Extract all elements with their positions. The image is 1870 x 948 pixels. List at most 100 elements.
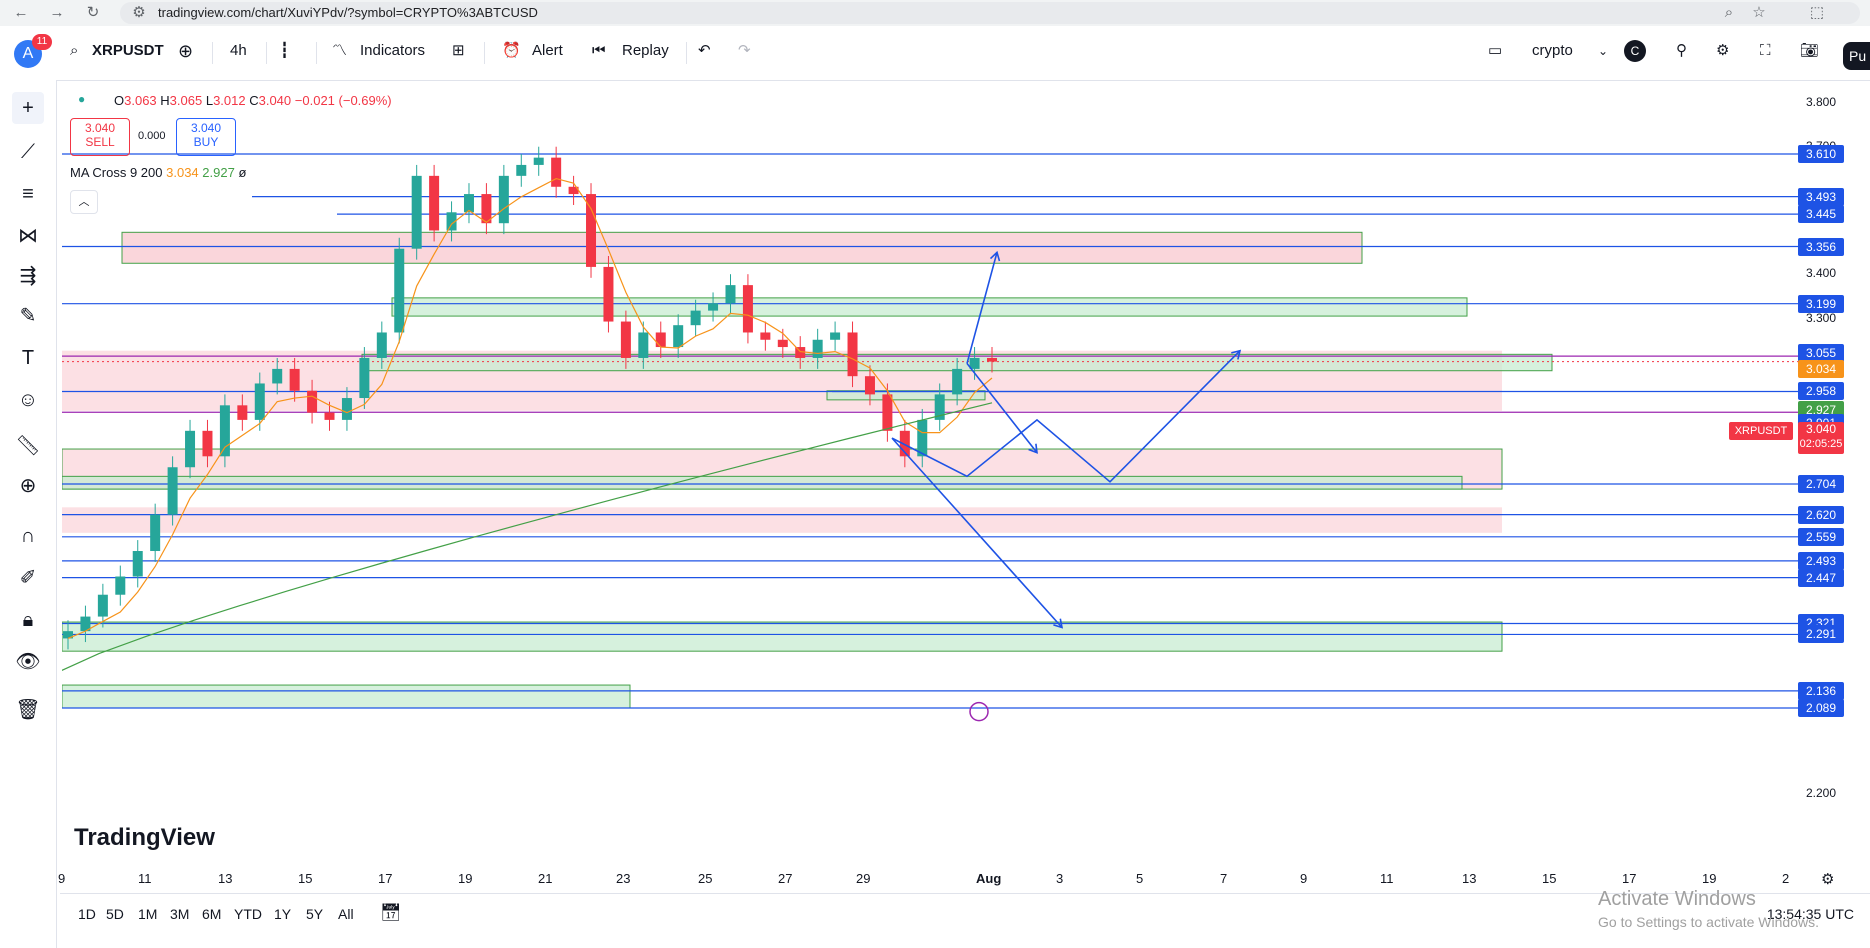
time-tick: 9 [58,871,66,886]
alert-clock-icon: ⏰ [502,42,521,59]
timeframe-1d[interactable]: 1D [78,906,96,922]
ruler-icon[interactable]: 📏︎ [12,430,44,462]
buy-price: 3.040 [190,121,222,135]
candle-body [690,310,701,326]
timeframe-6m[interactable]: 6M [202,906,221,922]
publish-button[interactable]: Pu [1843,42,1870,70]
pattern-icon[interactable]: ⋈ [12,220,44,252]
fullscreen-icon[interactable]: ⛶ [1760,40,1771,62]
undo-icon[interactable]: ↶ [698,40,711,62]
address-bar[interactable]: ⚙ tradingview.com/chart/XuviYPdv/?symbol… [120,2,1860,24]
candle-body [97,594,108,617]
back-arrow-icon[interactable]: ← [10,2,32,24]
candle-body [655,332,666,348]
candle-body [864,376,875,395]
price-level-label: 2.136 [1798,681,1844,700]
crosshair-icon[interactable]: + [12,92,44,124]
trash-icon[interactable]: 🗑︎ [12,694,44,726]
date-range-icon[interactable]: 📅︎ [380,903,402,923]
layout-icon[interactable]: ▭ [1488,40,1502,62]
timeframe-3m[interactable]: 3M [170,906,189,922]
candle-body [411,175,422,249]
price-tick: 3.300 [1806,311,1837,325]
layout-badge[interactable]: C [1624,40,1646,62]
stay-drawing-icon[interactable]: ✐ [12,562,44,594]
emoji-icon[interactable]: ☺ [12,384,44,416]
candle-body [952,368,963,395]
templates-icon[interactable]: ⊞ [452,40,465,62]
camera-icon[interactable]: 📷︎ [1800,40,1819,62]
ohlc-legend: O3.063 H3.065 L3.012 C3.040 −0.021 (−0.6… [114,93,392,108]
timeframe-1m[interactable]: 1M [138,906,157,922]
zone-rectangle [391,297,1468,317]
ma-fast-value: 3.034 [166,165,199,180]
candle-body [219,405,230,457]
add-symbol-icon[interactable]: ⊕ [178,40,193,62]
sell-button[interactable]: 3.040 SELL [70,118,130,156]
axis-settings-icon[interactable]: ⚙ [1821,870,1834,888]
timeframe-5d[interactable]: 5D [106,906,124,922]
fib-lines-icon[interactable]: ≡ [12,178,44,210]
reload-icon[interactable]: ↻ [82,2,104,24]
brush-icon[interactable]: ✎ [12,300,44,332]
text-icon[interactable]: T [12,342,44,374]
divider [484,42,485,64]
magnet-icon[interactable]: ∩ [12,520,44,552]
zoom-in-icon[interactable]: ⊕ [12,470,44,502]
timeframe-5y[interactable]: 5Y [306,906,323,922]
candle-body [272,368,283,384]
layout-name[interactable]: crypto [1532,40,1573,62]
candle-body [760,332,771,340]
forward-arrow-icon[interactable]: → [46,2,68,24]
candle-body [394,248,405,333]
candle-body [289,368,300,391]
redo-icon[interactable]: ↷ [738,40,751,62]
price-chart[interactable] [62,81,1870,871]
time-tick: 17 [1622,871,1637,886]
divider [266,42,267,64]
candle-body [150,514,161,552]
time-tick: 15 [1542,871,1557,886]
bookmark-star-icon[interactable]: ☆ [1748,2,1770,24]
site-info-icon[interactable]: ⚙ [128,2,150,24]
quick-search-icon[interactable]: ⚲ [1676,40,1687,62]
candle-body [847,332,858,377]
activate-windows-title: Activate Windows [1598,888,1756,910]
alert-button[interactable]: Alert [532,40,563,62]
candle-body [429,175,440,231]
chevron-down-icon[interactable]: ⌄ [1598,40,1608,62]
ma-cross-legend[interactable]: MA Cross 9 200 3.034 2.927 ø [70,165,246,180]
notification-badge: 11 [32,34,52,50]
divider [212,42,213,64]
visibility-eye-icon[interactable]: ● [78,92,85,106]
browser-bar: ← → ↻ ⚙ tradingview.com/chart/XuviYPdv/?… [0,0,1870,26]
symbol-search[interactable]: XRPUSDT [92,40,164,62]
interval-button[interactable]: 4h [230,40,247,62]
prediction-icon[interactable]: ⇶ [12,260,44,292]
low-value: 3.012 [213,93,246,108]
eye-icon[interactable]: 👁︎ [12,646,44,678]
buy-button[interactable]: 3.040 BUY [176,118,236,156]
lock-icon[interactable]: 🔒︎ [12,604,44,636]
candle-type-icon[interactable]: ┇ [280,40,289,62]
timeframe-all[interactable]: All [338,906,354,922]
time-tick: 29 [856,871,871,886]
indicators-icon: 〽 [332,42,348,59]
extensions-icon[interactable]: ⬚ [1806,2,1828,24]
collapse-legend-button[interactable]: ︿ [70,190,98,214]
current-symbol-label: XRPUSDT [1729,422,1793,440]
zone-rectangle [62,621,1503,652]
replay-button[interactable]: Replay [622,40,669,62]
indicators-button[interactable]: Indicators [360,40,425,62]
price-level-label: 2.958 [1798,382,1844,401]
time-tick: Aug [976,871,1002,886]
tradingview-logo: TradingView [74,824,215,852]
zoom-icon[interactable]: ⌕ [1718,2,1740,24]
buy-label: BUY [193,135,219,149]
drawing-toolbar: + ⟋ ≡ ⋈ ⇶ ✎ T ☺ 📏︎ ⊕ ∩ ✐ 🔒︎ 👁︎ 🗑︎ [0,80,57,948]
candle-body [341,398,352,420]
timeframe-ytd[interactable]: YTD [234,906,262,922]
timeframe-1y[interactable]: 1Y [274,906,291,922]
settings-gear-icon[interactable]: ⚙ [1716,40,1729,62]
trendline-icon[interactable]: ⟋ [12,136,44,168]
